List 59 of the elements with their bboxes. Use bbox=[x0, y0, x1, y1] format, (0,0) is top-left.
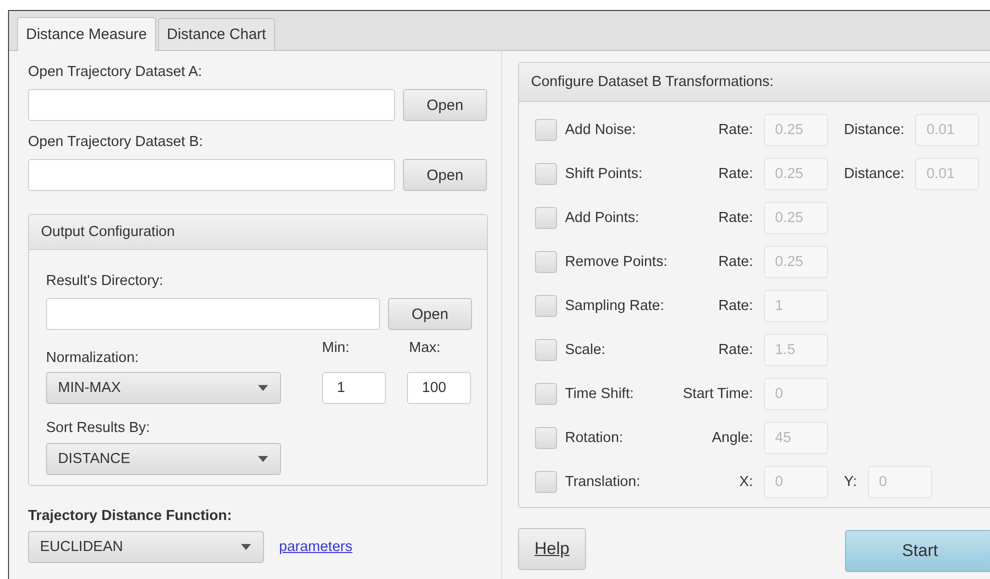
help-button[interactable]: Help bbox=[518, 528, 586, 570]
max-field[interactable]: 100 bbox=[407, 372, 471, 404]
path-field[interactable] bbox=[28, 159, 395, 191]
panel-title: Output Configuration bbox=[41, 224, 175, 240]
parameter-label: Rate: bbox=[717, 210, 753, 226]
field-label: Open Trajectory Dataset B: bbox=[28, 134, 203, 150]
caret-icon bbox=[258, 385, 268, 391]
checkbox[interactable] bbox=[535, 383, 557, 405]
path-field[interactable] bbox=[28, 89, 395, 121]
path-field[interactable] bbox=[46, 298, 380, 330]
transformation-label: Rotation: bbox=[565, 430, 624, 446]
open-button[interactable]: Open bbox=[388, 298, 472, 330]
parameter-label: Rate: bbox=[717, 166, 753, 182]
checkbox[interactable] bbox=[535, 339, 557, 361]
field-label: Min: bbox=[322, 340, 350, 356]
parameter-label: Rate: bbox=[717, 122, 753, 138]
checkbox[interactable] bbox=[535, 163, 557, 185]
parameter-label: Distance: bbox=[844, 166, 904, 182]
dropdown[interactable]: DISTANCE bbox=[46, 443, 281, 475]
transformation-label: Remove Points: bbox=[565, 254, 668, 270]
parameter-label: Rate: bbox=[717, 298, 753, 314]
open-button[interactable]: Open bbox=[403, 89, 487, 121]
parameter-label: X: bbox=[738, 474, 753, 490]
section-label: Trajectory Distance Function: bbox=[28, 508, 232, 524]
transformation-label: Time Shift: bbox=[565, 386, 635, 402]
parameter-label: Rate: bbox=[717, 342, 753, 358]
tab[interactable]: Distance Measure bbox=[17, 17, 156, 51]
parameter-label: Start Time: bbox=[682, 386, 753, 402]
dropdown[interactable]: EUCLIDEAN bbox=[28, 531, 264, 563]
field-label: Open Trajectory Dataset A: bbox=[28, 64, 202, 80]
dropdown[interactable]: MIN-MAX bbox=[46, 372, 281, 404]
field-label: Sort Results By: bbox=[46, 420, 150, 436]
checkbox[interactable] bbox=[535, 471, 557, 493]
parameters-link[interactable]: parameters bbox=[279, 539, 352, 555]
parameter-label: Rate: bbox=[717, 254, 753, 270]
start-button[interactable]: Start bbox=[845, 530, 990, 572]
caret-icon bbox=[258, 456, 268, 462]
checkbox[interactable] bbox=[535, 427, 557, 449]
caret-icon bbox=[241, 544, 251, 550]
parameter-label: Y: bbox=[844, 474, 857, 490]
checkbox[interactable] bbox=[535, 295, 557, 317]
transformation-label: Translation: bbox=[565, 474, 642, 490]
tab[interactable]: Distance Chart bbox=[158, 18, 276, 50]
transformation-label: Scale: bbox=[565, 342, 606, 358]
transformation-label: Shift Points: bbox=[565, 166, 644, 182]
transformation-label: Add Points: bbox=[565, 210, 640, 226]
transformation-label: Add Noise: bbox=[565, 122, 637, 138]
checkbox[interactable] bbox=[535, 251, 557, 273]
field-label: Result's Directory: bbox=[46, 273, 164, 289]
checkbox[interactable] bbox=[535, 119, 557, 141]
transformation-label: Sampling Rate: bbox=[565, 298, 666, 314]
field-label: Normalization: bbox=[46, 350, 139, 366]
panel-title: Configure Dataset B Transformations: bbox=[531, 74, 774, 90]
open-button[interactable]: Open bbox=[403, 159, 487, 191]
checkbox[interactable] bbox=[535, 207, 557, 229]
parameter-label: Angle: bbox=[710, 430, 753, 446]
field-label: Max: bbox=[409, 340, 440, 356]
parameter-label: Distance: bbox=[844, 122, 904, 138]
min-field[interactable]: 1 bbox=[322, 372, 386, 404]
